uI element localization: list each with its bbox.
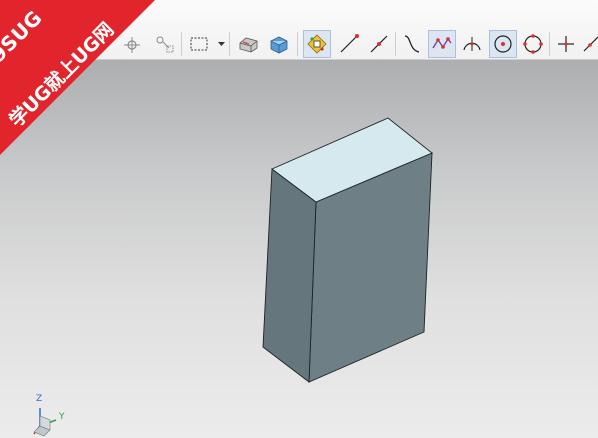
block-front-face[interactable]: [262, 168, 317, 383]
existing-point-icon[interactable]: [552, 30, 580, 58]
arc-center-icon[interactable]: [458, 30, 486, 58]
toolbar-separator: [181, 32, 182, 56]
toolbar-separator: [395, 32, 396, 56]
end-point-icon[interactable]: [335, 30, 363, 58]
select-rectangle-icon[interactable]: [185, 30, 213, 58]
toolbar-separator: [297, 32, 298, 56]
chevron-down-icon[interactable]: [218, 40, 225, 47]
nx-window: Z Y 9SUG 学UG就上UG网: [0, 0, 598, 438]
mid-point-icon[interactable]: [365, 30, 393, 58]
point-on-surface-icon[interactable]: [582, 30, 598, 58]
control-point-icon[interactable]: [398, 30, 426, 58]
view-triad: Z Y: [30, 394, 70, 438]
toolbar-separator: [549, 32, 550, 56]
snap-point-dialog-icon[interactable]: [303, 30, 331, 58]
triad-y-label: Y: [59, 412, 65, 422]
triad-z-label: Z: [36, 394, 43, 404]
point-on-curve-icon[interactable]: [519, 30, 547, 58]
quadrant-point-icon[interactable]: [489, 30, 517, 58]
shaded-icon[interactable]: [265, 30, 293, 58]
toolbar-separator: [229, 32, 230, 56]
intersection-point-icon[interactable]: [428, 30, 456, 58]
shaded-edges-icon[interactable]: [234, 30, 262, 58]
watermark-banner: 9SUG 学UG就上UG网: [0, 0, 170, 170]
